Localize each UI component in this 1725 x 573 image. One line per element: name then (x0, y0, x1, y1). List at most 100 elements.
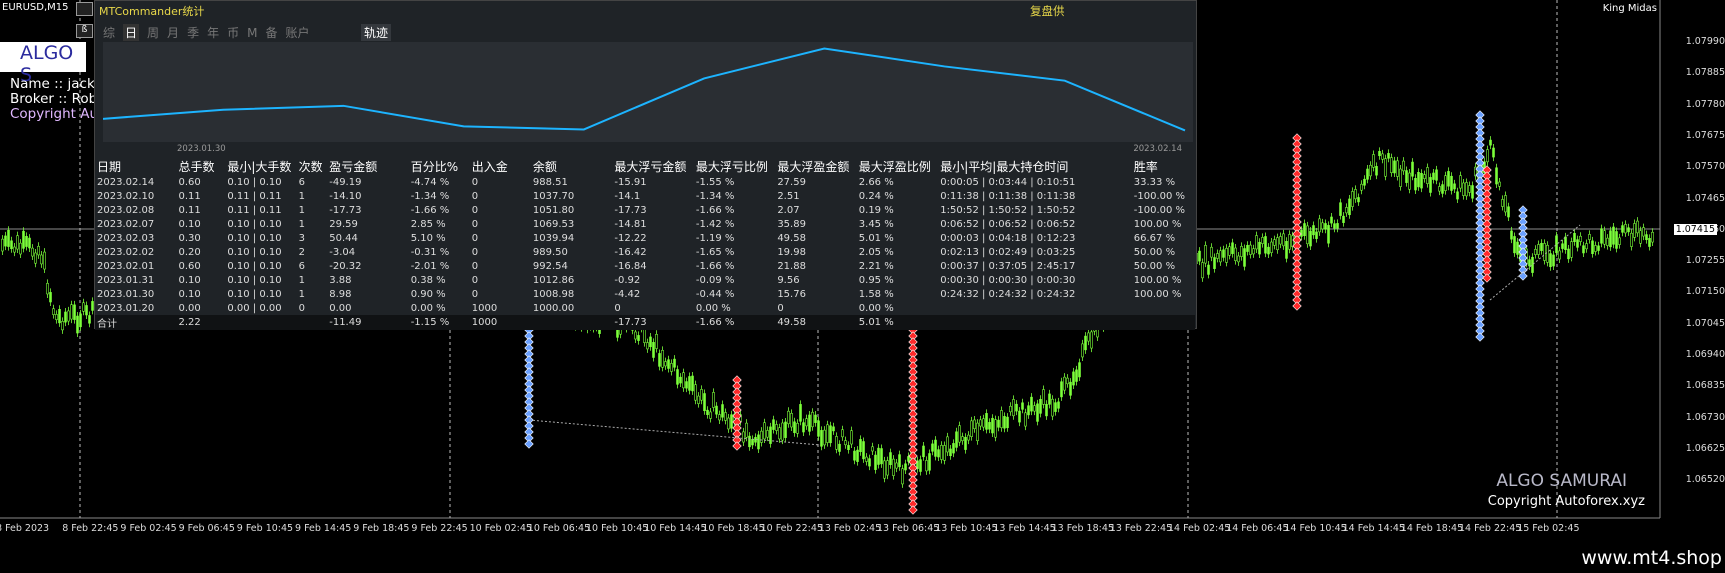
table-cell-bal: 1037.70 (532, 190, 575, 202)
price-tick: 1.06520 (1685, 474, 1725, 486)
candle-body (778, 427, 781, 440)
candle-body (700, 389, 703, 401)
table-cell-dep: 0 (471, 274, 479, 286)
candle-body (61, 321, 64, 331)
tab-3[interactable]: 月 (167, 24, 179, 41)
table-cell-lots: 0.60 (178, 260, 201, 272)
candle-body (1456, 191, 1459, 200)
candle-body (1399, 168, 1402, 187)
column-header: 最小|平均|最大持仓时间 (940, 160, 1069, 174)
table-cell-pct: -2.01 % (410, 260, 450, 272)
candle-body (1213, 257, 1216, 269)
candle-body (1255, 235, 1258, 250)
time-tick: 13 Feb 22:45 (1109, 523, 1173, 534)
candle-body (643, 329, 646, 343)
table-cell-count: 1 (298, 204, 306, 216)
candle-body (751, 439, 754, 446)
tab-4[interactable]: 季 (187, 24, 199, 41)
candle-body (1342, 215, 1345, 223)
candle-body (1597, 245, 1600, 251)
minimize-button[interactable] (76, 2, 93, 16)
sell-marker-column (732, 375, 742, 451)
tab-2[interactable]: 周 (147, 24, 159, 41)
table-header: 日期 总手数 最小|大手数 次数 盈亏金额 百分比% 出入金 余额 最大浮亏金额 最大浮亏比例 最大… (95, 158, 1195, 175)
broker-line: Broker :: Robo (10, 91, 106, 107)
candle-body (88, 315, 91, 324)
candle-body (988, 422, 991, 430)
candle-body (1576, 239, 1579, 248)
candle-body (802, 422, 805, 433)
table-cell-pl: 0.00 (329, 302, 352, 314)
table-cell-mddp: -0.44 % (695, 288, 735, 300)
tab-7[interactable]: M (247, 26, 257, 40)
candle-body (1444, 175, 1447, 191)
replay-button[interactable]: 复盘供 (1030, 3, 1065, 19)
sell-marker-column (908, 325, 918, 515)
candle-body (1027, 405, 1030, 416)
table-cell-mfpp: 0.19 % (858, 204, 894, 216)
candle-body (1579, 235, 1582, 242)
candle-body (1237, 255, 1240, 263)
candle-body (1450, 175, 1453, 191)
table-cell-mfpp: 3.45 % (858, 218, 894, 230)
table-cell-bal: 1069.53 (532, 218, 575, 230)
tab-9[interactable]: 账户 (285, 24, 309, 41)
tab-6[interactable]: 币 (227, 24, 239, 41)
candle-body (886, 460, 889, 476)
candle-body (877, 447, 880, 465)
column-header: 胜率 (1133, 160, 1158, 174)
table-cell-lots: 0.11 (178, 204, 201, 216)
candle-body (862, 441, 865, 460)
table-cell-minmax: 0.11 | 0.11 (227, 204, 282, 216)
candle-body (688, 376, 691, 391)
time-tick: 8 Feb 2023 (0, 523, 50, 534)
tab-1[interactable]: 日 (123, 24, 140, 41)
mtcommander-stats-panel[interactable]: MTCommander统计 复盘供 综日周月季年币 M 备账户 轨迹 2023.01… (94, 0, 1197, 330)
table-cell-mddp: -1.66 % (695, 204, 735, 216)
time-tick: 14 Feb 14:45 (1342, 523, 1405, 534)
tab-0[interactable]: 综 (103, 24, 115, 41)
tab-8[interactable]: 备 (265, 24, 277, 41)
price-tick: 1.07255 (1685, 255, 1725, 267)
table-cell-pl: -14.10 (329, 190, 362, 202)
candle-body (697, 395, 700, 404)
table-cell-mdd: 0 (614, 302, 621, 314)
candle-body (1021, 402, 1024, 410)
column-header: 最大浮盈金额 (777, 160, 850, 174)
candle-body (43, 251, 46, 270)
table-cell-time: 0:11:38 | 0:11:38 | 0:11:38 (940, 190, 1076, 202)
table-row: 2023.02.03 0.30 0.10 | 0.10 3 50.44 5.10 % 0 10… (95, 231, 1195, 245)
candle-body (865, 456, 868, 462)
candle-body (1390, 157, 1393, 174)
candle-body (763, 422, 766, 440)
candle-body (1360, 183, 1363, 191)
candle-body (637, 335, 640, 341)
candle-body (904, 463, 907, 471)
time-tick: 9 Feb 22:45 (411, 523, 468, 534)
candle-body (1270, 241, 1273, 253)
candle-body (817, 420, 820, 437)
table-cell-dep: 1000 (471, 302, 498, 314)
table-cell-minmax: 0.10 | 0.10 (227, 274, 282, 286)
trail-button[interactable]: 轨迹 (361, 24, 392, 41)
candle-body (1306, 225, 1309, 245)
candle-body (76, 315, 79, 334)
toggle-button[interactable]: ß (76, 24, 93, 38)
candle-body (1060, 381, 1063, 398)
table-cell-date: 2023.01.31 (97, 274, 155, 286)
table-cell-count: 1 (298, 288, 306, 300)
buy-marker-column (1518, 205, 1528, 281)
time-tick: 9 Feb 10:45 (236, 523, 294, 534)
price-tick: 1.07990 (1685, 36, 1725, 47)
total-cell-time (940, 315, 1134, 330)
column-header: 最小|大手数 (227, 160, 292, 174)
table-cell-mfp: 9.56 (777, 274, 800, 286)
trade-marker (1475, 332, 1485, 342)
candle-body (1636, 220, 1639, 234)
table-cell-mdd: -4.42 (614, 288, 641, 300)
candle-body (757, 434, 760, 450)
candle-body (1642, 227, 1645, 237)
candle-body (982, 418, 985, 428)
candle-body (1216, 253, 1219, 259)
tab-5[interactable]: 年 (207, 24, 219, 41)
